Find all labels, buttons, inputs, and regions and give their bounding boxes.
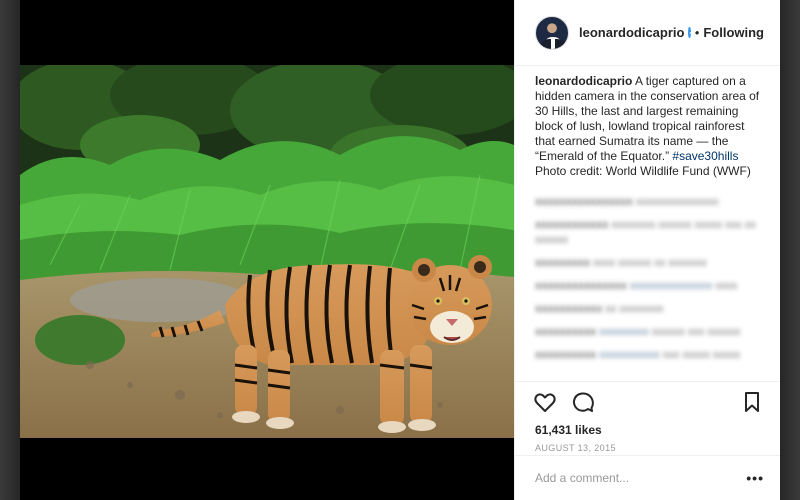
following-button[interactable]: Following (703, 25, 764, 40)
caption-username[interactable]: leonardodicaprio (535, 74, 632, 88)
list-item: xxxxxxxxx xxxx xxxxxx xx xxxxxxx (535, 257, 707, 269)
post-date[interactable]: AUGUST 13, 2015 (515, 438, 780, 454)
list-item: xxxxxxxxxxx xx xxxxxxxx (535, 303, 664, 315)
avatar[interactable] (535, 15, 569, 50)
likes-count[interactable]: 61,431 likes (515, 422, 780, 438)
username-link[interactable]: leonardodicaprio (579, 25, 684, 40)
bookmark-icon[interactable] (740, 390, 764, 414)
list-item: xxxxxxxxxxxx xxxxxxxx xxxxxx xxxxx xxx x… (535, 219, 756, 246)
comments-section[interactable]: leonardodicaprio A tiger captured on a h… (515, 66, 780, 382)
list-item: xxxxxxxxxx xxxxxxxxxxx xxx xxxxx xxxxx (535, 349, 741, 361)
tiger-photo[interactable] (20, 65, 514, 438)
heart-icon[interactable] (533, 390, 557, 414)
list-item: xxxxxxxxxxxxxxx xxxxxxxxxxxxxxx xxxx (535, 280, 738, 292)
blurred-comments: xxxxxxxxxxxxxxxx xxxxxxxxxxxxxxx xxxxxxx… (535, 195, 764, 363)
list-item: xxxxxxxxxx xxxxxxxxx xxxxxx xxx xxxxxx (535, 326, 741, 338)
post-header: leonardodicaprio • Following (515, 0, 780, 66)
list-item: xxxxxxxxxxxxxxxx xxxxxxxxxxxxxxx (535, 196, 719, 208)
more-options-icon[interactable]: ••• (746, 470, 764, 486)
action-bar (515, 382, 780, 422)
tiger-photo-image (20, 65, 514, 438)
comment-bubble-icon[interactable] (571, 390, 595, 414)
hashtag-link[interactable]: #save30hills (672, 149, 738, 163)
post-media (20, 0, 514, 500)
add-comment-input[interactable] (535, 471, 747, 485)
add-comment-bar: ••• (515, 455, 780, 500)
post-side-panel: leonardodicaprio • Following leonardodic… (514, 0, 780, 500)
separator-dot: • (694, 25, 700, 40)
verified-badge-icon (688, 27, 691, 38)
caption-credit: Photo credit: World Wildlife Fund (WWF) (535, 164, 751, 178)
post-caption: leonardodicaprio A tiger captured on a h… (535, 74, 764, 179)
